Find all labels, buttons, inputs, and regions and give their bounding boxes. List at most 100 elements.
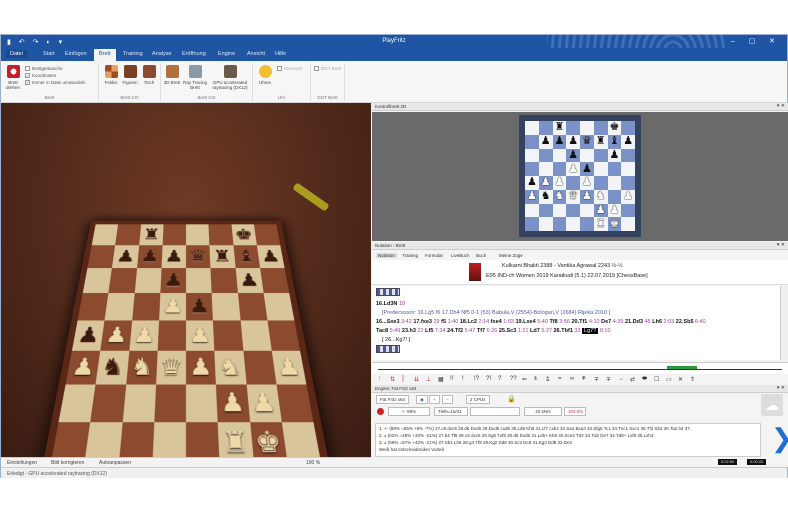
black-rook-icon[interactable]: ♜ bbox=[596, 136, 606, 147]
white-pawn-icon[interactable]: ♟ bbox=[568, 163, 578, 175]
black-pawn-icon[interactable]: ♟ bbox=[140, 248, 160, 265]
square-g6[interactable]: ♟ bbox=[235, 268, 264, 294]
tab-buch[interactable]: Buch bbox=[476, 253, 486, 258]
cloud-icon[interactable]: ☁ bbox=[761, 394, 783, 416]
white-pawn-icon[interactable]: ♟ bbox=[527, 191, 537, 202]
square-f7[interactable]: ♜ bbox=[209, 245, 236, 269]
square-d6[interactable]: ♟ bbox=[160, 268, 186, 294]
square-f8[interactable] bbox=[208, 224, 234, 246]
square-c2[interactable] bbox=[122, 384, 156, 423]
white-pawn-icon[interactable]: ♟ bbox=[582, 177, 592, 188]
white-pawn-icon[interactable]: ♟ bbox=[275, 354, 302, 380]
square-h3[interactable]: ♟ bbox=[271, 350, 307, 385]
tisch-button[interactable]: Tisch bbox=[140, 65, 158, 85]
annotation-symbol-button[interactable]: ± bbox=[534, 376, 537, 382]
square-h1[interactable] bbox=[621, 217, 635, 231]
square-a2[interactable] bbox=[525, 203, 539, 218]
square-e7[interactable]: ♛ bbox=[580, 134, 594, 149]
square-h3[interactable]: ♟ bbox=[621, 189, 635, 204]
check-umwandeln[interactable]: ✓ Immer in Datei umwandeln bbox=[25, 80, 86, 86]
square-h7[interactable]: ♟ bbox=[621, 134, 635, 149]
white-pawn-icon[interactable]: ♟ bbox=[541, 177, 551, 188]
white-knight-icon[interactable]: ♞ bbox=[218, 354, 243, 380]
square-f4[interactable] bbox=[593, 176, 608, 190]
white-pawn-icon[interactable]: ♟ bbox=[220, 388, 246, 417]
white-queen-icon[interactable]: ♛ bbox=[568, 191, 578, 202]
tab-engine[interactable]: Engine bbox=[218, 51, 235, 57]
annotation-symbol-button[interactable]: ∓ bbox=[606, 376, 611, 383]
square-c6[interactable] bbox=[134, 268, 162, 294]
square-a7[interactable] bbox=[87, 245, 116, 269]
square-a5[interactable] bbox=[525, 162, 539, 176]
black-pawn-icon[interactable]: ♟ bbox=[568, 149, 578, 161]
square-g5[interactable] bbox=[607, 162, 622, 176]
square-d5[interactable]: ♟ bbox=[158, 293, 186, 321]
white-pawn-icon[interactable]: ♟ bbox=[162, 296, 183, 317]
square-f2[interactable]: ♟ bbox=[216, 384, 250, 423]
square-f7[interactable]: ♜ bbox=[593, 134, 608, 149]
tab-einfuegen[interactable]: Einfügen bbox=[65, 51, 87, 57]
square-h6[interactable] bbox=[259, 268, 290, 294]
image-correct-button[interactable]: Bild korrigieren bbox=[51, 460, 84, 466]
move[interactable]: Ld7 bbox=[530, 328, 541, 334]
black-pawn-icon[interactable]: ♟ bbox=[163, 271, 183, 290]
tab-eroeffnung[interactable]: Eröffnung bbox=[182, 51, 206, 57]
3d-chessboard[interactable]: ♜ ♚ ♟ ♟ ♟ ♛ ♜ ♝ ♟ ♟ ♟ ♟ ♟ ♟ ♟ ♟ ♟ ♟ ♞ ♞ ♛ ♟ ♞ ♟ ♟ ♟ ♜ ♚ bbox=[41, 220, 331, 457]
white-pawn-icon[interactable]: ♟ bbox=[582, 191, 592, 202]
black-pawn-icon[interactable]: ♟ bbox=[609, 149, 619, 161]
white-pawn-icon[interactable]: ♟ bbox=[132, 324, 155, 347]
square-e7[interactable]: ♛ bbox=[186, 245, 211, 269]
white-king-icon[interactable]: ♚ bbox=[254, 426, 284, 457]
tab-notation[interactable]: Notation bbox=[376, 253, 397, 258]
annotation-symbol-button[interactable]: ⇊ bbox=[414, 376, 419, 383]
2d-chessboard[interactable]: ♜ ♚ ♟ ♟ ♟ ♛ ♜ ♝ ♟ ♟ ♟ ♟ ♟ ♟ ♟ ♟ ♟ ♟ ♞ ♞ ♛ ♟ ♞ ♟ ♟ ♟ ♜ ♚ bbox=[519, 115, 641, 237]
square-b3[interactable]: ♞ bbox=[95, 350, 129, 385]
annotation-symbol-button[interactable]: ⇄ bbox=[630, 376, 635, 383]
tab-formular[interactable]: Formular bbox=[425, 253, 443, 258]
move[interactable]: Lf5 bbox=[425, 328, 435, 334]
white-knight-icon[interactable]: ♞ bbox=[596, 191, 606, 202]
square-f4[interactable] bbox=[213, 320, 244, 351]
uhren-button[interactable]: Uhren bbox=[256, 65, 274, 85]
black-knight-icon[interactable]: ♞ bbox=[100, 354, 126, 380]
square-c4[interactable]: ♟ bbox=[128, 320, 159, 351]
square-c5[interactable] bbox=[552, 162, 567, 176]
black-pawn-icon[interactable]: ♟ bbox=[623, 136, 633, 147]
square-c5[interactable] bbox=[131, 293, 161, 321]
square-d1[interactable] bbox=[566, 217, 580, 231]
black-rook-icon[interactable]: ♜ bbox=[142, 226, 161, 242]
white-pawn-icon[interactable]: ♟ bbox=[70, 354, 97, 380]
square-e8[interactable] bbox=[186, 224, 210, 246]
square-f6[interactable] bbox=[210, 268, 238, 294]
square-b7[interactable]: ♟ bbox=[538, 134, 553, 149]
square-c3[interactable]: ♞ bbox=[552, 189, 567, 204]
tab-ansicht[interactable]: Ansicht bbox=[247, 51, 265, 57]
white-pawn-icon[interactable]: ♟ bbox=[189, 354, 213, 380]
square-b4[interactable]: ♟ bbox=[100, 320, 132, 351]
annotation-symbol-button[interactable]: = bbox=[558, 376, 562, 382]
square-d3[interactable]: ♛ bbox=[566, 189, 580, 204]
lock-icon[interactable]: 🔒 bbox=[507, 395, 516, 403]
square-d5[interactable]: ♟ bbox=[566, 162, 580, 176]
square-c6[interactable] bbox=[552, 148, 567, 163]
square-e4[interactable]: ♟ bbox=[186, 320, 215, 351]
square-a3[interactable]: ♟ bbox=[525, 189, 539, 204]
move[interactable]: 19.Lxe4 bbox=[515, 319, 537, 325]
black-pawn-icon[interactable]: ♟ bbox=[115, 248, 136, 265]
annotation-symbol-button[interactable]: !! bbox=[450, 376, 453, 382]
engine-lines[interactable]: 1. +- (89% =85% +8% -7%) 27.c5 dxc5 28.d… bbox=[375, 423, 761, 457]
square-f2[interactable]: ♟ bbox=[593, 203, 608, 218]
square-d3[interactable]: ♛ bbox=[155, 350, 186, 385]
notation-text[interactable]: 16.Ld3N 18 [Predecessor: 16.Lg5 f6 17.Dh… bbox=[372, 286, 780, 360]
annotation-symbol-button[interactable]: ? bbox=[498, 376, 501, 382]
white-pawn-icon[interactable]: ♟ bbox=[554, 177, 564, 188]
tab-hilfe[interactable]: Hilfe bbox=[275, 51, 286, 57]
square-g8[interactable]: ♚ bbox=[231, 224, 257, 246]
engine-select-button[interactable]: Fat Fritz x64 bbox=[376, 395, 410, 404]
panel-close-icon[interactable]: ▾ ✕ bbox=[777, 242, 785, 248]
move[interactable]: 18.Lc2 bbox=[460, 319, 479, 325]
square-f3[interactable]: ♞ bbox=[593, 189, 608, 204]
square-a6[interactable] bbox=[525, 148, 539, 163]
move[interactable]: 25.Sc3 bbox=[499, 328, 518, 334]
square-d8[interactable] bbox=[162, 224, 186, 246]
